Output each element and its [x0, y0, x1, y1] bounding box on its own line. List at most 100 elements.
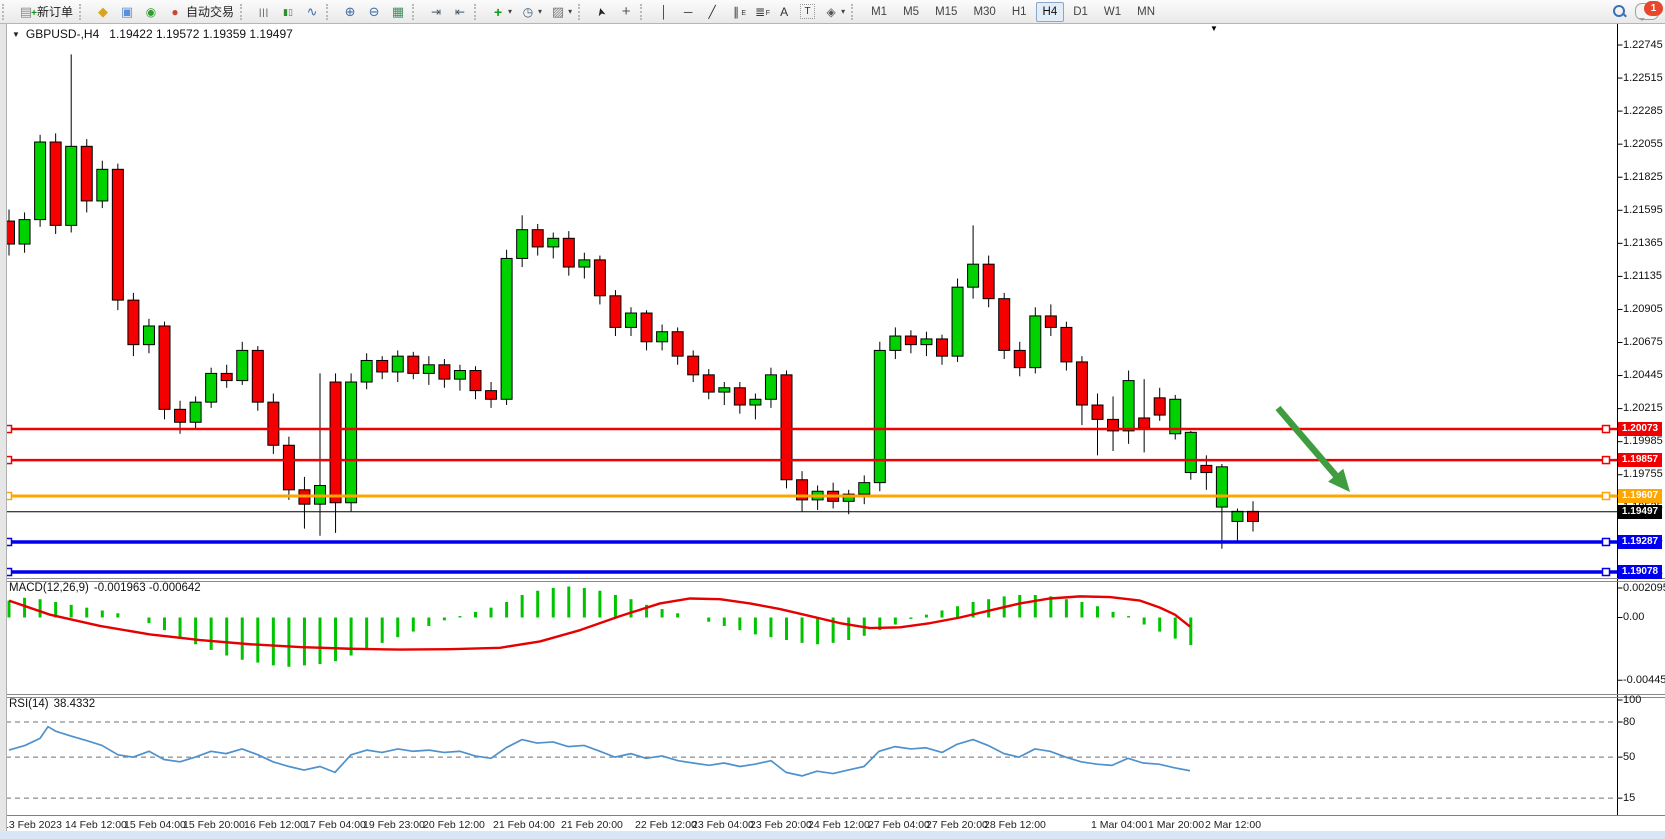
trendline-button[interactable]	[701, 2, 723, 22]
vline-icon	[656, 4, 672, 20]
cursor-button[interactable]	[591, 2, 613, 22]
date-label: 15 Feb 04:00	[124, 819, 186, 831]
chart-title: ▼ GBPUSD-,H4 1.19422 1.19572 1.19359 1.1…	[12, 27, 293, 41]
tile-windows-button[interactable]	[387, 2, 409, 22]
toolbar-grip	[474, 4, 484, 20]
vline-button[interactable]	[653, 2, 675, 22]
title-collapse-icon[interactable]: ▼	[12, 30, 20, 39]
date-label: 23 Feb 04:00	[692, 819, 754, 831]
chart-symbol-timeframe: GBPUSD-,H4	[26, 27, 99, 41]
chevron-down-icon: ▾	[508, 7, 512, 16]
chart-shift-button[interactable]	[449, 2, 471, 22]
resistance-line-2-tag[interactable]: 1.19857	[1618, 453, 1662, 467]
indicators-button[interactable]: ▾	[487, 2, 515, 22]
new-order-button-label: 新订单	[37, 3, 73, 20]
timeframe-button-w1[interactable]: W1	[1097, 2, 1128, 22]
new-order-icon	[18, 4, 34, 20]
toolbar-grip	[640, 4, 650, 20]
candle-chart-icon	[280, 4, 296, 20]
support-line-blue-1-tag[interactable]: 1.19287	[1618, 535, 1662, 549]
fibonacci-icon	[752, 4, 768, 20]
auto-scroll-button[interactable]	[425, 2, 447, 22]
search-icon[interactable]	[1612, 4, 1627, 19]
date-label: 27 Feb 04:00	[868, 819, 930, 831]
shapes-icon	[823, 4, 839, 20]
current-price-line-tag[interactable]: 1.19497	[1618, 505, 1662, 519]
candle-chart-button[interactable]	[277, 2, 299, 22]
price-tick-label: 1.21825	[1623, 171, 1663, 183]
line-chart-icon	[304, 4, 320, 20]
channel-button[interactable]	[725, 2, 747, 22]
indicators-icon	[490, 4, 506, 20]
toolbar-grip	[326, 4, 336, 20]
price-tick-label: 1.20215	[1623, 402, 1663, 414]
price-tick-label: 1.19985	[1623, 435, 1663, 447]
window-left-border	[0, 23, 7, 839]
new-order-button[interactable]: 新订单	[15, 2, 76, 22]
price-tick-label: 1.22515	[1623, 72, 1663, 84]
terminal-window: { "toolbar": { "groups": [ {"items": [{"…	[0, 0, 1665, 839]
series-shift-marker: ▼	[1210, 24, 1218, 33]
zoom-out-button[interactable]	[363, 2, 385, 22]
zoom-in-button[interactable]	[339, 2, 361, 22]
support-line-orange-tag[interactable]: 1.19607	[1618, 489, 1662, 503]
date-label: 24 Feb 12:00	[808, 819, 870, 831]
cursor-icon	[594, 4, 610, 20]
bar-chart-button[interactable]	[253, 2, 275, 22]
fibonacci-button[interactable]	[749, 2, 771, 22]
macd-axis-label: 0.002095	[1623, 582, 1665, 594]
line-chart-button[interactable]	[301, 2, 323, 22]
date-label: 13 Feb 2023	[3, 819, 62, 831]
signal-icon	[143, 4, 159, 20]
timeframe-button-h4[interactable]: H4	[1036, 2, 1065, 22]
hline-button[interactable]	[677, 2, 699, 22]
date-label: 1 Mar 04:00	[1091, 819, 1147, 831]
trend-arrow-annotation[interactable]	[1278, 408, 1350, 492]
rsi-axis-label: 15	[1623, 792, 1635, 804]
chevron-down-icon: ▾	[538, 7, 542, 16]
zoom-out-icon	[366, 4, 382, 20]
text-button[interactable]	[773, 2, 795, 22]
macd-axis-label: 0.00	[1623, 611, 1644, 623]
timeframe-button-m1[interactable]: M1	[864, 2, 894, 22]
chevron-down-icon: ▾	[568, 7, 572, 16]
template-icon	[550, 4, 566, 20]
macd-label: MACD(12,26,9)	[9, 582, 89, 594]
crosshair-button[interactable]	[615, 2, 637, 22]
date-label: 17 Feb 04:00	[304, 819, 366, 831]
price-tick-label: 1.19755	[1623, 468, 1663, 480]
text-label-button[interactable]	[797, 2, 818, 22]
autotrade-ball-icon	[167, 4, 183, 20]
text-label-icon	[800, 4, 815, 19]
gold-bar-icon	[95, 4, 111, 20]
periods-icon	[520, 4, 536, 20]
timeframe-button-h1[interactable]: H1	[1005, 2, 1034, 22]
toolbar-grip	[851, 4, 861, 20]
hline-icon	[680, 4, 696, 20]
resistance-line-1-tag[interactable]: 1.20073	[1618, 422, 1662, 436]
community-button[interactable]	[116, 2, 138, 22]
signals-button[interactable]	[140, 2, 162, 22]
chart-shift-icon	[452, 4, 468, 20]
gold-button[interactable]	[92, 2, 114, 22]
timeframe-button-d1[interactable]: D1	[1066, 2, 1095, 22]
notification-badge[interactable]: 1	[1644, 1, 1663, 16]
periods-button[interactable]: ▾	[517, 2, 545, 22]
date-label: 21 Feb 20:00	[561, 819, 623, 831]
timeframe-button-m5[interactable]: M5	[896, 2, 926, 22]
template-button[interactable]: ▾	[547, 2, 575, 22]
support-line-blue-2-tag[interactable]: 1.19078	[1618, 565, 1662, 579]
timeframe-button-m30[interactable]: M30	[966, 2, 1002, 22]
chart-canvas[interactable]	[6, 24, 1617, 815]
timeframe-button-m15[interactable]: M15	[928, 2, 964, 22]
timeframe-button-mn[interactable]: MN	[1130, 2, 1162, 22]
shapes-button[interactable]: ▾	[820, 2, 848, 22]
date-label: 16 Feb 12:00	[244, 819, 306, 831]
date-label: 28 Feb 12:00	[984, 819, 1046, 831]
rsi-label-row: RSI(14)38.4332	[9, 698, 95, 710]
price-tick-label: 1.20905	[1623, 303, 1663, 315]
auto-scroll-icon	[428, 4, 444, 20]
autotrade-button[interactable]: 自动交易	[164, 2, 237, 22]
date-label: 14 Feb 12:00	[65, 819, 127, 831]
toolbar-grip	[2, 4, 12, 20]
